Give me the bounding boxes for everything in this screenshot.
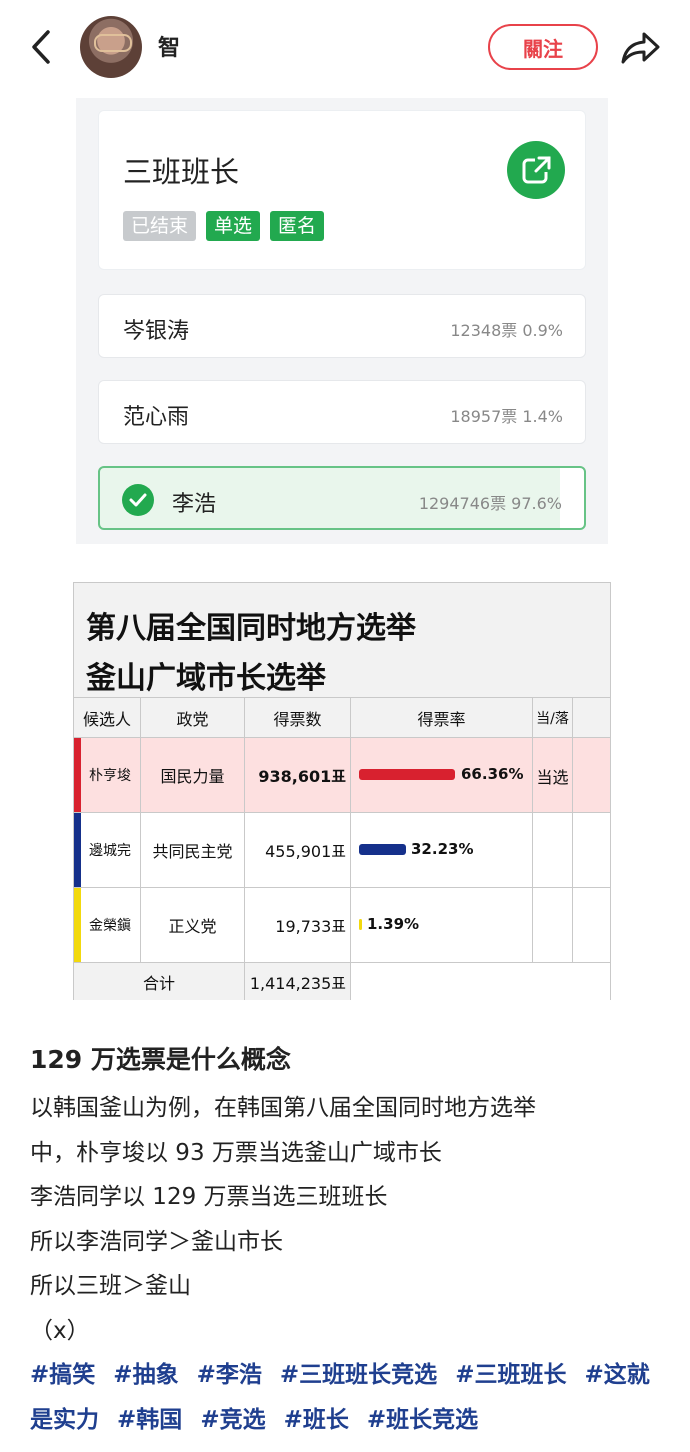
empty-cell bbox=[572, 813, 610, 887]
table-row: 金榮鎭 正义党 19,733표 1.39% bbox=[74, 887, 610, 962]
empty-cell bbox=[350, 963, 610, 1000]
option-name: 范心雨 bbox=[123, 405, 190, 430]
hashtag-list: #搞笑 #抽象 #李浩 #三班班长竞选 #三班班长 #这就是实力 #韩国 #竞选… bbox=[30, 1353, 670, 1442]
poll-header-card: 三班班长 已结束 单选 匿名 bbox=[98, 110, 586, 270]
post-line: 所以三班＞釜山 bbox=[30, 1273, 191, 1299]
table-row: 邊城完 共同民主党 455,901표 32.23% bbox=[74, 812, 610, 887]
post-title: 129 万选票是什么概念 bbox=[30, 1045, 291, 1074]
post-body: 129 万选票是什么概念 以韩国釜山为例，在韩国第八届全国同时地方选举 中，朴亨… bbox=[30, 1038, 670, 1442]
tag-anonymous: 匿名 bbox=[270, 211, 325, 241]
vote-bar bbox=[359, 919, 362, 930]
candidate-name: 金榮鎭 bbox=[89, 918, 131, 934]
election-title-line2: 釜山广域市长选举 bbox=[86, 661, 326, 696]
party-name: 共同民主党 bbox=[140, 813, 244, 887]
poll-option: 岑银涛 12348票 0.9% bbox=[98, 294, 586, 358]
vote-bar bbox=[359, 844, 406, 855]
vote-rate: 1.39% bbox=[367, 915, 420, 933]
option-stat: 18957票 1.4% bbox=[450, 407, 563, 426]
hashtag-link[interactable]: #搞笑 bbox=[30, 1362, 95, 1388]
table-row: 朴亨埈 国民力量 938,601표 66.36% 当选 bbox=[74, 737, 610, 812]
vote-count: 938,601표 bbox=[244, 738, 350, 812]
vote-count: 455,901표 bbox=[244, 813, 350, 887]
post-line: 李浩同学以 129 万票当选三班班长 bbox=[30, 1184, 388, 1210]
post-line: 以韩国釜山为例，在韩国第八届全国同时地方选举 bbox=[30, 1095, 536, 1121]
hashtag-link[interactable]: #班长竞选 bbox=[367, 1407, 478, 1433]
empty-cell bbox=[572, 738, 610, 812]
vote-count: 19,733표 bbox=[244, 888, 350, 962]
username[interactable]: 智 bbox=[158, 30, 180, 62]
total-votes: 1,414,235표 bbox=[244, 963, 350, 1000]
post-line: 中，朴亨埈以 93 万票当选釜山广域市长 bbox=[30, 1139, 442, 1166]
tag-single-choice: 单选 bbox=[206, 211, 261, 241]
poll-screenshot: 三班班长 已结束 单选 匿名 岑银涛 12348票 0.9% 范心雨 18957… bbox=[76, 98, 608, 544]
total-label: 合计 bbox=[142, 973, 175, 993]
hashtag-link[interactable]: #竞选 bbox=[200, 1407, 265, 1433]
share-icon[interactable] bbox=[620, 28, 662, 66]
col-empty bbox=[572, 698, 610, 737]
empty-cell bbox=[572, 888, 610, 962]
hashtag-link[interactable]: #李浩 bbox=[197, 1362, 262, 1388]
post-line: 所以李浩同学＞釜山市长 bbox=[30, 1228, 283, 1255]
hashtag-link[interactable]: #抽象 bbox=[113, 1362, 178, 1388]
hashtag-link[interactable]: #三班班长 bbox=[455, 1362, 566, 1388]
vote-rate: 32.23% bbox=[411, 840, 474, 858]
result-label: 当选 bbox=[532, 738, 572, 812]
col-result: 当/落 bbox=[532, 698, 572, 737]
party-name: 正义党 bbox=[140, 888, 244, 962]
back-arrow-icon[interactable] bbox=[26, 28, 56, 66]
option-stat: 12348票 0.9% bbox=[450, 321, 563, 340]
rate-cell: 66.36% bbox=[350, 738, 532, 812]
avatar[interactable] bbox=[80, 16, 142, 78]
result-label bbox=[532, 888, 572, 962]
poll-tags: 已结束 单选 匿名 bbox=[123, 211, 325, 241]
external-link-icon bbox=[507, 141, 565, 199]
option-name: 岑银涛 bbox=[123, 319, 190, 344]
vote-rate: 66.36% bbox=[461, 765, 524, 783]
option-name: 李浩 bbox=[172, 492, 217, 517]
top-bar: 智 關注 bbox=[0, 0, 690, 94]
party-name: 国民力量 bbox=[140, 738, 244, 812]
tag-ended: 已结束 bbox=[123, 211, 197, 241]
poll-option-selected: 李浩 1294746票 97.6% bbox=[98, 466, 586, 530]
election-title-line1: 第八届全国同时地方选举 bbox=[86, 611, 416, 646]
candidate-name: 朴亨埈 bbox=[89, 768, 131, 784]
check-icon bbox=[122, 484, 154, 516]
col-candidate: 候选人 bbox=[74, 698, 140, 737]
col-rate: 得票率 bbox=[350, 698, 532, 737]
result-label bbox=[532, 813, 572, 887]
poll-title: 三班班长 bbox=[123, 155, 240, 189]
vote-bar bbox=[359, 769, 455, 780]
hashtag-link[interactable]: #班长 bbox=[284, 1407, 349, 1433]
table-total-row: 合计 1,414,235표 bbox=[74, 962, 610, 1000]
rate-cell: 32.23% bbox=[350, 813, 532, 887]
hashtag-link[interactable]: #韩国 bbox=[117, 1407, 182, 1433]
candidate-name: 邊城完 bbox=[89, 843, 131, 859]
poll-option: 范心雨 18957票 1.4% bbox=[98, 380, 586, 444]
col-party: 政党 bbox=[140, 698, 244, 737]
option-stat: 1294746票 97.6% bbox=[418, 494, 562, 513]
election-title: 第八届全国同时地方选举 釜山广域市长选举 bbox=[74, 583, 610, 697]
follow-button[interactable]: 關注 bbox=[488, 24, 598, 70]
election-result-screenshot: 第八届全国同时地方选举 釜山广域市长选举 候选人 政党 得票数 得票率 当/落 … bbox=[73, 582, 611, 1000]
table-header-row: 候选人 政党 得票数 得票率 当/落 bbox=[74, 697, 610, 737]
rate-cell: 1.39% bbox=[350, 888, 532, 962]
hashtag-link[interactable]: #三班班长竞选 bbox=[280, 1362, 437, 1388]
post-line: （x） bbox=[30, 1317, 90, 1344]
col-votes: 得票数 bbox=[244, 698, 350, 737]
